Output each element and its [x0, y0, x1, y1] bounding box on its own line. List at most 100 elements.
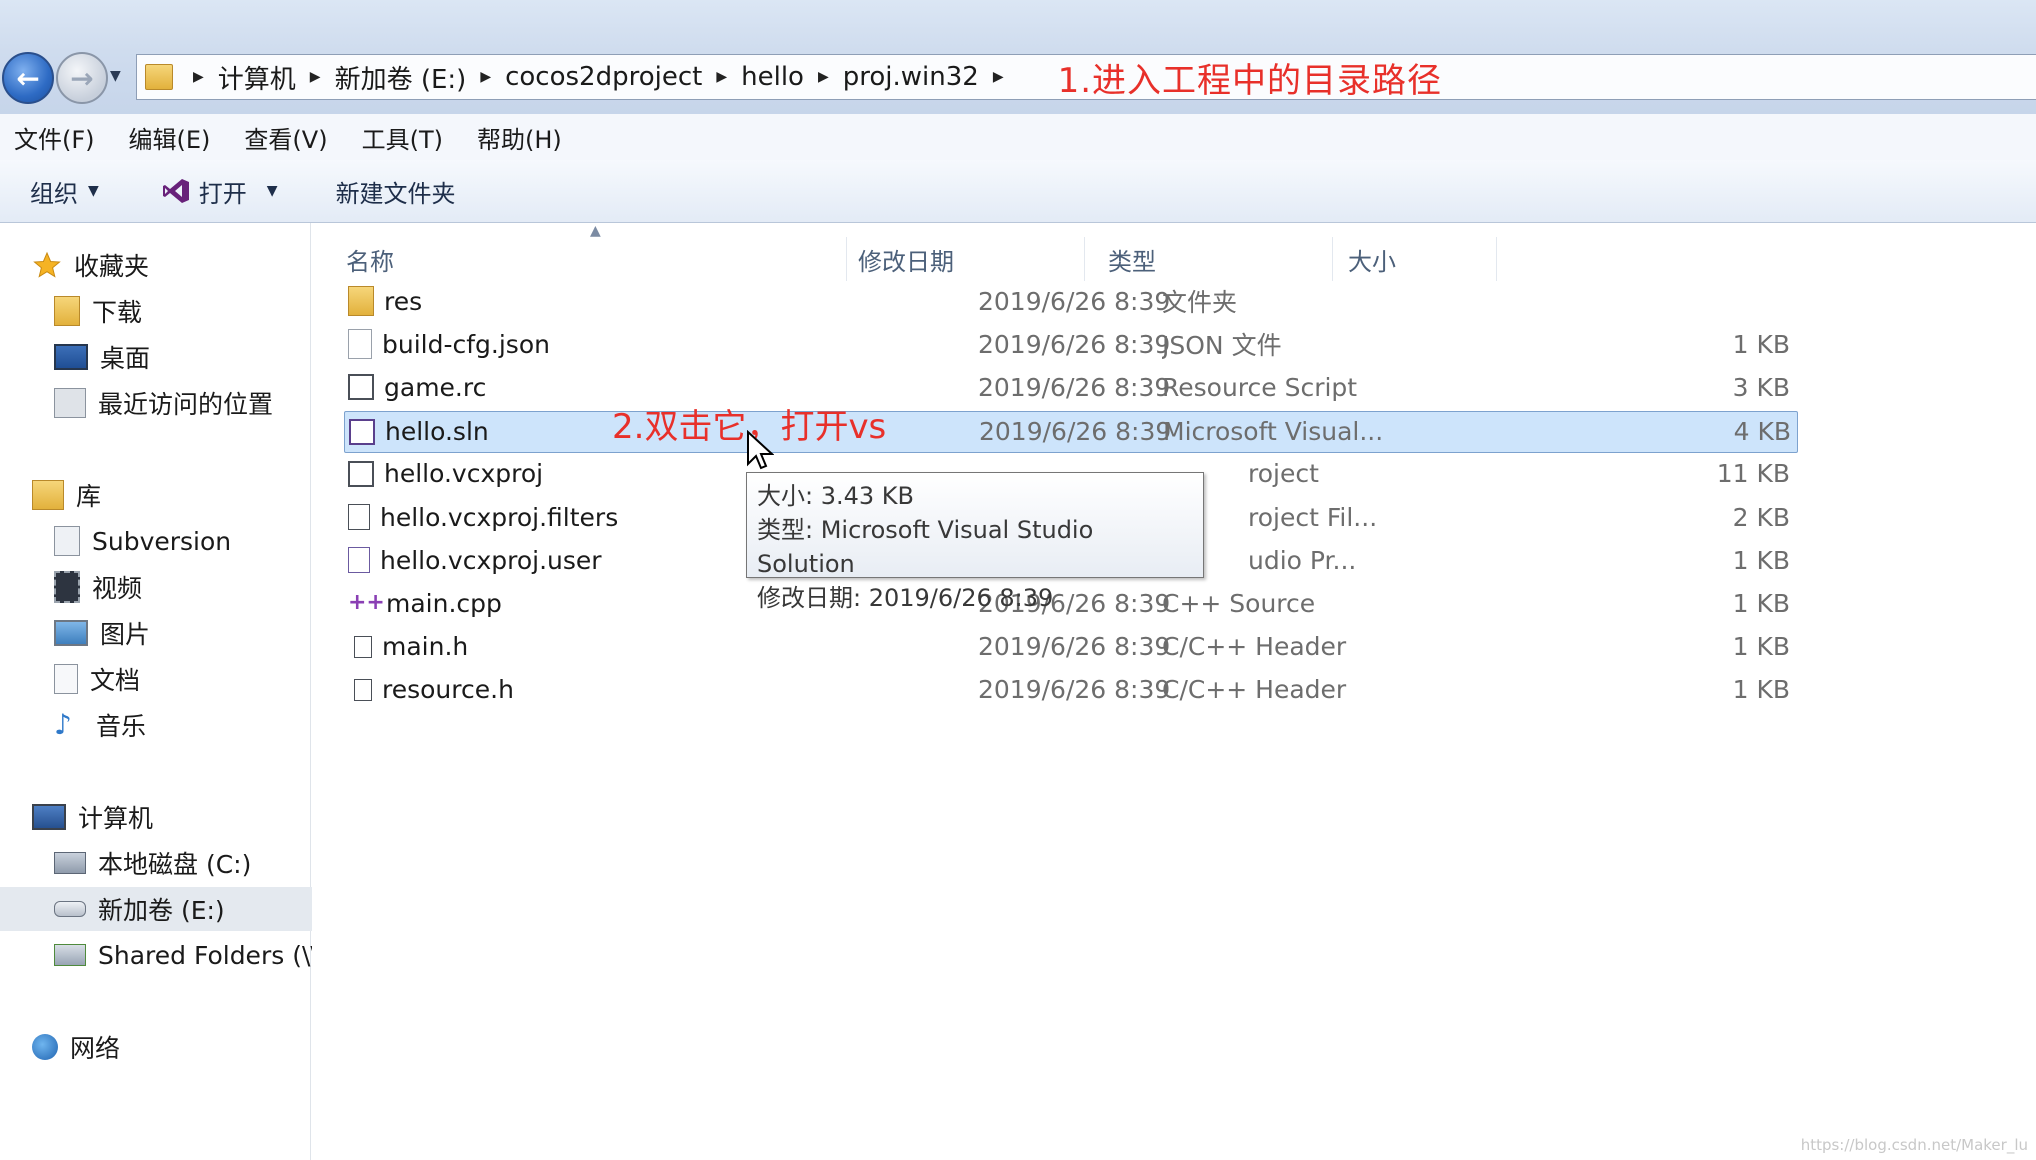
file-type: JSON 文件: [1162, 331, 1282, 361]
nav-documents[interactable]: 文档: [0, 657, 362, 701]
nav-recent-places[interactable]: 最近访问的位置: [0, 381, 362, 425]
file-size: 1 KB: [1732, 329, 1790, 359]
open-button[interactable]: 打开 ▼: [161, 174, 278, 209]
network-drive-icon: [54, 944, 86, 966]
recent-pages-dropdown-icon[interactable]: ▼: [110, 68, 121, 84]
file-name: game.rc: [384, 372, 487, 402]
nav-shared-folders[interactable]: Shared Folders (\\: [0, 933, 362, 977]
file-type: 文件夹: [1162, 288, 1238, 317]
vcxproj-icon: [348, 460, 374, 487]
file-size: 1 KB: [1732, 675, 1790, 705]
header-icon: [354, 678, 372, 701]
address-toolbar: ← → ▼ ▶ 计算机 ▶ 新加卷 (E:) ▶ cocos2dproject …: [0, 0, 2036, 114]
arrow-right-icon: →: [70, 61, 94, 95]
star-icon: [33, 251, 61, 278]
desktop-icon: [54, 344, 88, 370]
nav-pictures[interactable]: 图片: [0, 611, 362, 655]
computer-icon: [32, 804, 66, 830]
file-size: 1 KB: [1732, 632, 1790, 662]
file-row[interactable]: game.rc 2019/6/26 8:39 Resource Script 3 KB: [344, 367, 1796, 407]
nav-new-volume-e[interactable]: 新加卷 (E:): [0, 887, 362, 931]
visual-studio-icon: [162, 179, 189, 203]
chevron-right-icon[interactable]: ▶: [480, 69, 491, 85]
header-icon: [354, 635, 372, 658]
file-name-cell: hello.vcxproj: [348, 454, 708, 494]
forward-button[interactable]: →: [56, 52, 108, 104]
filters-icon: [348, 504, 370, 530]
nav-computer[interactable]: 计算机: [0, 795, 340, 839]
nav-subversion[interactable]: Subversion: [0, 519, 362, 563]
column-header-type[interactable]: 类型: [1108, 237, 1333, 281]
file-name-cell: hello.vcxproj.filters: [348, 497, 708, 537]
file-type: C/C++ Header: [1162, 675, 1347, 705]
file-row[interactable]: res 2019/6/26 8:39 文件夹: [344, 281, 1796, 321]
cpp-icon: ++: [348, 590, 385, 616]
menu-view[interactable]: 查看(V): [244, 120, 327, 155]
nav-downloads[interactable]: 下载: [0, 289, 362, 333]
menu-help[interactable]: 帮助(H): [477, 120, 562, 155]
file-type: udio Pr...: [1248, 545, 1357, 575]
breadcrumb-proj-win32[interactable]: proj.win32: [843, 62, 979, 92]
chevron-right-icon[interactable]: ▶: [310, 69, 321, 85]
film-icon: [54, 571, 80, 603]
file-list: ▲ 名称 修改日期 类型 大小 res 2019/6/26 8:39 文件夹 buil…: [312, 223, 2036, 1160]
address-bar[interactable]: ▶ 计算机 ▶ 新加卷 (E:) ▶ cocos2dproject ▶ hell…: [136, 54, 2036, 101]
file-size: 1 KB: [1732, 588, 1790, 618]
path-annotation: 1.进入工程中的目录路径: [1057, 60, 1443, 101]
chevron-right-icon[interactable]: ▶: [716, 69, 727, 85]
file-name-cell: ++ main.cpp: [348, 583, 708, 623]
music-note-icon: ♪: [54, 708, 72, 741]
globe-icon: [32, 1034, 58, 1060]
file-size: [1640, 281, 1790, 321]
chevron-down-icon: ▼: [88, 183, 99, 199]
file-name-cell: main.h: [348, 627, 708, 667]
document-library-icon: [54, 526, 80, 556]
command-bar: 组织 ▼ 打开 ▼ 新建文件夹: [0, 160, 2036, 223]
nav-videos[interactable]: 视频: [0, 565, 362, 609]
file-icon: [348, 329, 372, 360]
file-row[interactable]: hello.sln 2019/6/26 8:39 Microsoft Visual.…: [344, 410, 1798, 453]
file-name: hello.vcxproj.user: [380, 545, 602, 575]
resource-icon: [348, 374, 374, 401]
breadcrumb-cocos2dproject[interactable]: cocos2dproject: [505, 62, 702, 92]
chevron-right-icon[interactable]: ▶: [193, 69, 204, 85]
file-row[interactable]: resource.h 2019/6/26 8:39 C/C++ Header 1 KB: [344, 670, 1796, 710]
back-button[interactable]: ←: [2, 52, 54, 104]
menu-bar: 文件(F) 编辑(E) 查看(V) 工具(T) 帮助(H): [0, 114, 2036, 161]
drive-icon: [54, 901, 86, 917]
nav-desktop[interactable]: 桌面: [0, 335, 362, 379]
file-size: 11 KB: [1716, 459, 1790, 489]
menu-edit[interactable]: 编辑(E): [129, 120, 211, 155]
folder-icon: [145, 64, 173, 90]
organize-button[interactable]: 组织 ▼: [30, 174, 99, 209]
nav-network[interactable]: 网络: [0, 1025, 340, 1069]
chevron-right-icon[interactable]: ▶: [993, 69, 1004, 85]
file-name-cell: res: [348, 281, 708, 321]
column-header-date[interactable]: 修改日期: [858, 237, 1085, 281]
nav-favorites[interactable]: 收藏夹: [0, 243, 340, 287]
breadcrumb-drive-e[interactable]: 新加卷 (E:): [335, 59, 467, 96]
column-header-name[interactable]: 名称: [346, 237, 847, 281]
nav-libraries[interactable]: 库: [0, 473, 340, 517]
picture-icon: [54, 620, 88, 646]
file-size: 2 KB: [1732, 502, 1790, 532]
file-name: hello.vcxproj: [384, 459, 544, 489]
file-name: hello.sln: [385, 417, 489, 447]
breadcrumb-computer[interactable]: 计算机: [218, 59, 296, 96]
file-type: Resource Script: [1162, 372, 1358, 402]
column-header-size[interactable]: 大小: [1348, 237, 1497, 281]
file-row[interactable]: build-cfg.json 2019/6/26 8:39 JSON 文件 1 KB: [344, 324, 1796, 364]
file-row[interactable]: main.h 2019/6/26 8:39 C/C++ Header 1 KB: [344, 627, 1796, 667]
new-folder-button[interactable]: 新建文件夹: [336, 174, 456, 209]
nav-local-disk-c[interactable]: 本地磁盘 (C:): [0, 841, 362, 885]
chevron-right-icon[interactable]: ▶: [818, 69, 829, 85]
menu-tools[interactable]: 工具(T): [362, 120, 443, 155]
recent-places-icon: [54, 388, 86, 418]
nav-music[interactable]: ♪ 音乐: [0, 703, 362, 747]
arrow-left-icon: ←: [16, 61, 40, 95]
breadcrumb-hello[interactable]: hello: [741, 62, 804, 92]
menu-file[interactable]: 文件(F): [14, 120, 95, 155]
file-size: 3 KB: [1732, 372, 1790, 402]
drive-icon: [54, 852, 86, 874]
file-name: main.cpp: [386, 588, 502, 618]
